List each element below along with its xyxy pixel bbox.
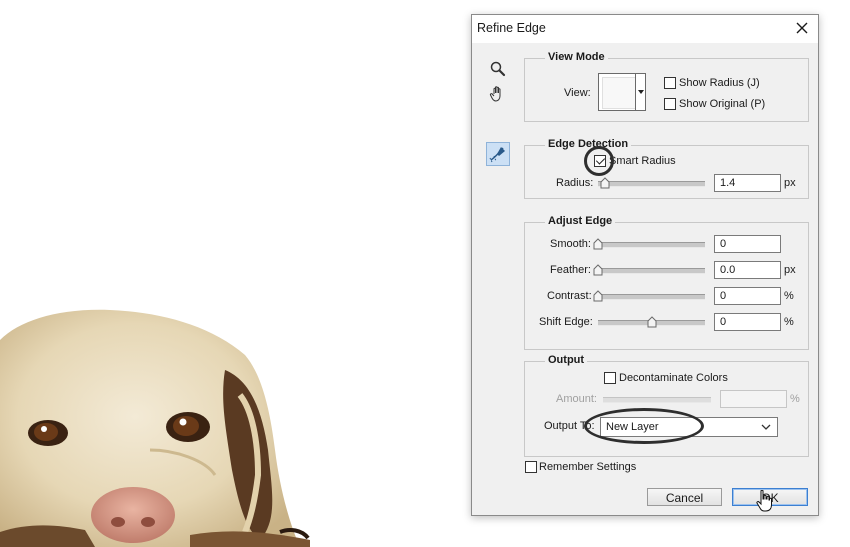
- feather-input[interactable]: [714, 261, 781, 279]
- decontaminate-colors-label: Decontaminate Colors: [619, 372, 728, 384]
- hand-tool[interactable]: [486, 82, 510, 106]
- edge-detection-group: Edge Detection Smart Radius Radius: px: [524, 138, 809, 199]
- smooth-input[interactable]: [714, 235, 781, 253]
- view-mode-dropdown-arrow[interactable]: [635, 74, 645, 110]
- adjust-edge-group: Adjust Edge Smooth: Feather: px Contrast…: [524, 215, 809, 350]
- zoom-icon: [490, 61, 506, 77]
- edge-detection-legend: Edge Detection: [545, 138, 632, 150]
- shift-edge-unit: %: [784, 316, 794, 328]
- smart-radius-highlight-ring: [584, 146, 614, 176]
- view-mode-preview: [602, 77, 637, 109]
- radius-input[interactable]: [714, 174, 781, 192]
- smooth-slider-thumb[interactable]: [593, 238, 603, 250]
- shift-edge-input[interactable]: [714, 313, 781, 331]
- remember-settings-checkbox[interactable]: [525, 461, 537, 473]
- contrast-label: Contrast:: [547, 290, 592, 302]
- show-radius-label: Show Radius (J): [679, 77, 760, 89]
- view-mode-picker[interactable]: [598, 73, 646, 111]
- document-canvas[interactable]: [0, 0, 470, 547]
- feather-label: Feather:: [550, 264, 591, 276]
- chevron-down-icon: [761, 424, 771, 430]
- shift-edge-slider[interactable]: [598, 316, 705, 328]
- dog-photo: [0, 309, 310, 547]
- amount-slider: [603, 397, 711, 403]
- refine-radius-tool[interactable]: [486, 142, 510, 166]
- close-icon[interactable]: [792, 18, 812, 38]
- radius-label: Radius:: [556, 177, 594, 189]
- remember-settings-label: Remember Settings: [539, 461, 637, 473]
- decontaminate-colors-checkbox[interactable]: [604, 372, 616, 384]
- dialog-title: Refine Edge: [477, 21, 546, 35]
- radius-unit: px: [784, 177, 796, 189]
- contrast-slider[interactable]: [593, 290, 705, 302]
- radius-slider[interactable]: [598, 177, 705, 189]
- output-legend: Output: [545, 354, 588, 366]
- view-mode-legend: View Mode: [545, 51, 608, 63]
- show-radius-checkbox[interactable]: [664, 77, 676, 89]
- amount-unit: %: [790, 393, 800, 405]
- smart-radius-label: Smart Radius: [609, 155, 676, 167]
- mouse-pointer-icon: [756, 490, 772, 512]
- smooth-label: Smooth:: [550, 238, 591, 250]
- shift-edge-slider-thumb[interactable]: [647, 316, 657, 328]
- amount-label: Amount:: [556, 393, 597, 405]
- smooth-slider[interactable]: [593, 238, 705, 250]
- shift-edge-label: Shift Edge:: [539, 316, 593, 328]
- hand-icon: [489, 86, 501, 102]
- dialog-titlebar[interactable]: Refine Edge: [472, 15, 818, 43]
- zoom-tool[interactable]: [486, 57, 510, 81]
- view-mode-group: View Mode View: Show Radius (J) Show Ori…: [524, 51, 809, 122]
- contrast-input[interactable]: [714, 287, 781, 305]
- contrast-slider-thumb[interactable]: [593, 290, 603, 302]
- feather-slider-thumb[interactable]: [593, 264, 603, 276]
- view-label: View:: [564, 87, 591, 99]
- show-original-checkbox[interactable]: [664, 98, 676, 110]
- refine-radius-brush-icon: [489, 147, 505, 163]
- adjust-edge-legend: Adjust Edge: [545, 215, 616, 227]
- cancel-button[interactable]: Cancel: [647, 488, 722, 506]
- feather-slider[interactable]: [593, 264, 705, 276]
- feather-unit: px: [784, 264, 796, 276]
- output-to-highlight-ring: [584, 408, 704, 444]
- radius-slider-thumb[interactable]: [600, 177, 610, 189]
- amount-input: [720, 390, 787, 408]
- contrast-unit: %: [784, 290, 794, 302]
- show-original-label: Show Original (P): [679, 98, 766, 110]
